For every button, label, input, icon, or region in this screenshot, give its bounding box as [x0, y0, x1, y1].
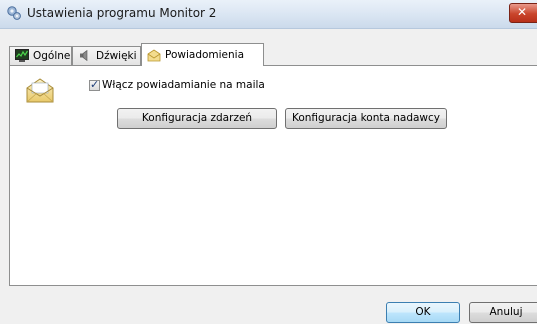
- email-notification-label[interactable]: Włącz powiadamianie na maila: [102, 79, 265, 91]
- close-icon: ✕: [517, 5, 528, 19]
- configure-events-button[interactable]: Konfiguracja zdarzeń: [117, 108, 277, 129]
- dialog-client-area: Ogólne Dźwięki Powiadomienia ✓ Włącz pow…: [0, 29, 537, 324]
- monitor-graph-icon: [15, 49, 29, 62]
- window-title: Ustawienia programu Monitor 2: [27, 6, 217, 20]
- tab-notifications[interactable]: Powiadomienia: [141, 43, 264, 66]
- mail-notification-icon: [26, 78, 54, 103]
- app-icon: [7, 6, 21, 20]
- email-notification-checkbox[interactable]: ✓: [89, 78, 100, 91]
- notifications-panel: ✓ Włącz powiadamianie na maila Konfigura…: [9, 65, 537, 286]
- cancel-button[interactable]: Anuluj: [469, 302, 537, 323]
- close-button[interactable]: ✕: [509, 3, 537, 23]
- envelope-icon: [147, 49, 161, 62]
- configure-sender-account-button[interactable]: Konfiguracja konta nadawcy: [285, 108, 447, 129]
- tab-sounds[interactable]: Dźwięki: [72, 46, 141, 65]
- ok-button[interactable]: OK: [386, 302, 460, 323]
- speaker-icon: [80, 49, 88, 62]
- settings-window: Ustawienia programu Monitor 2 ✕ Ogólne D…: [0, 0, 537, 324]
- tab-label: Dźwięki: [96, 50, 137, 62]
- tab-label: Ogólne: [33, 50, 71, 62]
- tab-label: Powiadomienia: [165, 49, 245, 61]
- title-bar[interactable]: Ustawienia programu Monitor 2 ✕: [0, 0, 537, 29]
- checkmark-icon: ✓: [90, 78, 100, 91]
- tab-general[interactable]: Ogólne: [9, 46, 72, 65]
